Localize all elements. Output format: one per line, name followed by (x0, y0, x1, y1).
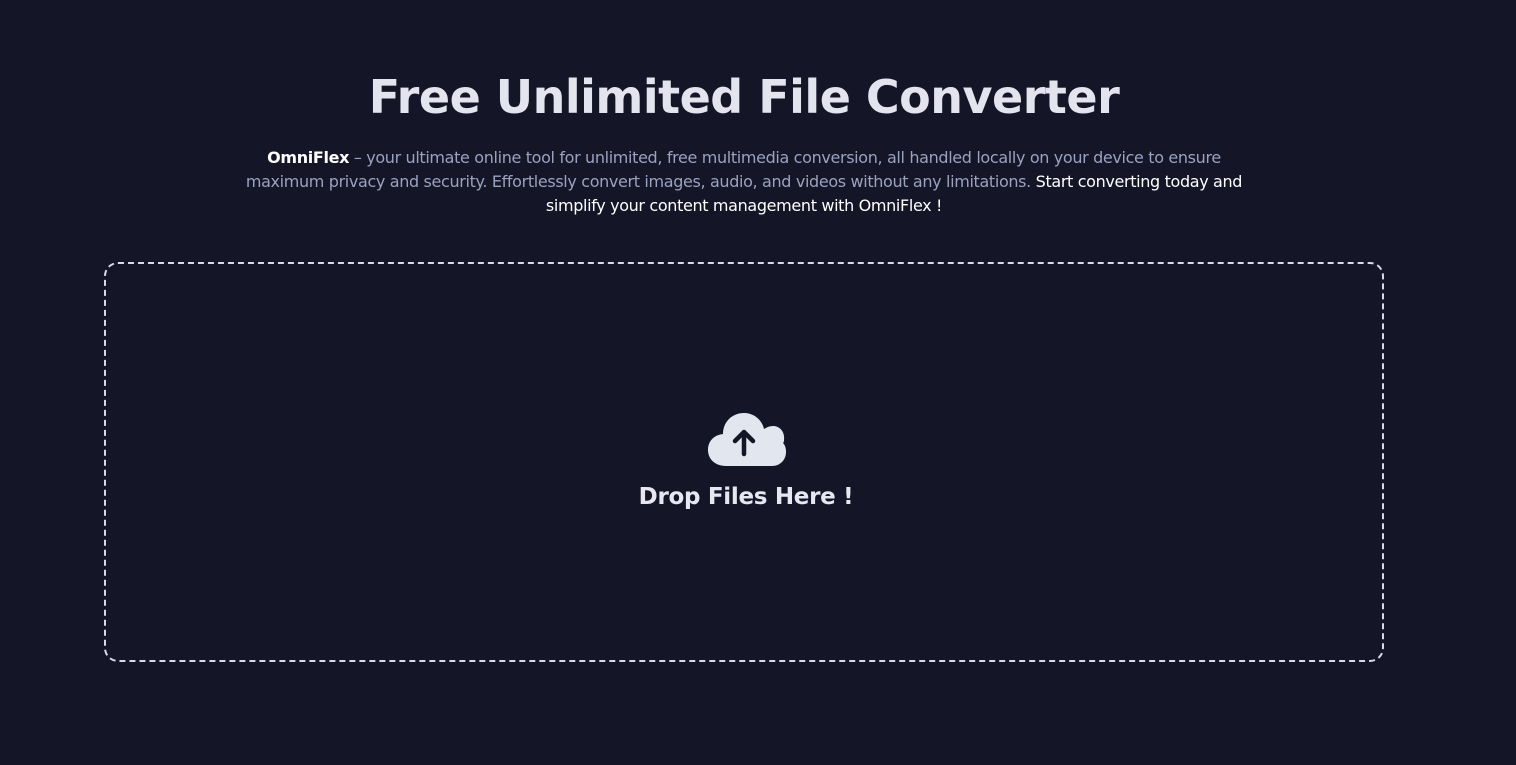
drop-zone-content: Drop Files Here ! (106, 410, 1382, 510)
file-drop-zone[interactable]: Drop Files Here ! (104, 262, 1384, 662)
hero-description: OmniFlex – your ultimate online tool for… (244, 146, 1244, 218)
drop-files-label: Drop Files Here ! (638, 484, 854, 510)
page: Free Unlimited File Converter OmniFlex –… (0, 0, 1516, 765)
page-title: Free Unlimited File Converter (368, 70, 1120, 124)
cloud-upload-icon (708, 413, 786, 466)
brand-name: OmniFlex (267, 148, 350, 167)
